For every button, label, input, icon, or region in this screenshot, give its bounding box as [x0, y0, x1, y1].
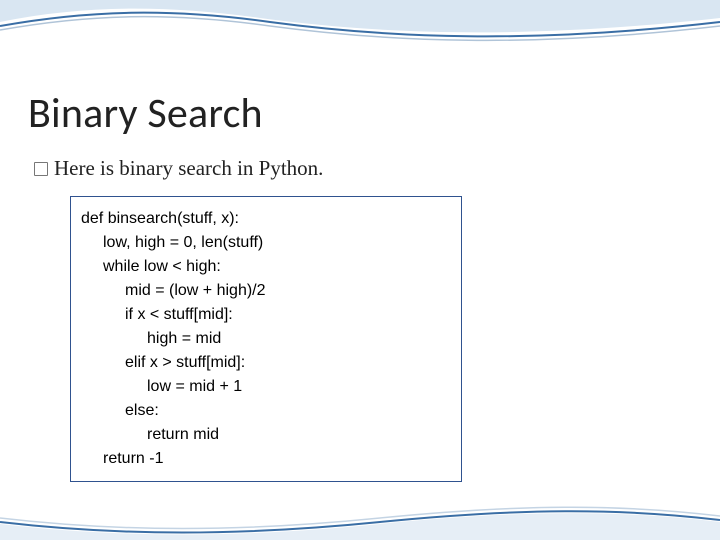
- code-line: else:: [81, 399, 451, 423]
- code-line: low, high = 0, len(stuff): [81, 231, 451, 255]
- slide-subtitle: Here is binary search in Python.: [54, 156, 323, 181]
- code-line: if x < stuff[mid]:: [81, 303, 451, 327]
- code-line: while low < high:: [81, 255, 451, 279]
- code-line: elif x > stuff[mid]:: [81, 351, 451, 375]
- code-line: return -1: [81, 447, 451, 471]
- code-line: mid = (low + high)/2: [81, 279, 451, 303]
- code-line: return mid: [81, 423, 451, 447]
- decorative-top-wave: [0, 0, 720, 48]
- bullet-point: Here is binary search in Python.: [34, 156, 323, 181]
- square-bullet-icon: [34, 162, 48, 176]
- code-line: high = mid: [81, 327, 451, 351]
- code-line: low = mid + 1: [81, 375, 451, 399]
- code-block: def binsearch(stuff, x): low, high = 0, …: [70, 196, 462, 482]
- decorative-bottom-wave: [0, 504, 720, 540]
- slide-title: Binary Search: [28, 88, 263, 139]
- code-line: def binsearch(stuff, x):: [81, 207, 451, 231]
